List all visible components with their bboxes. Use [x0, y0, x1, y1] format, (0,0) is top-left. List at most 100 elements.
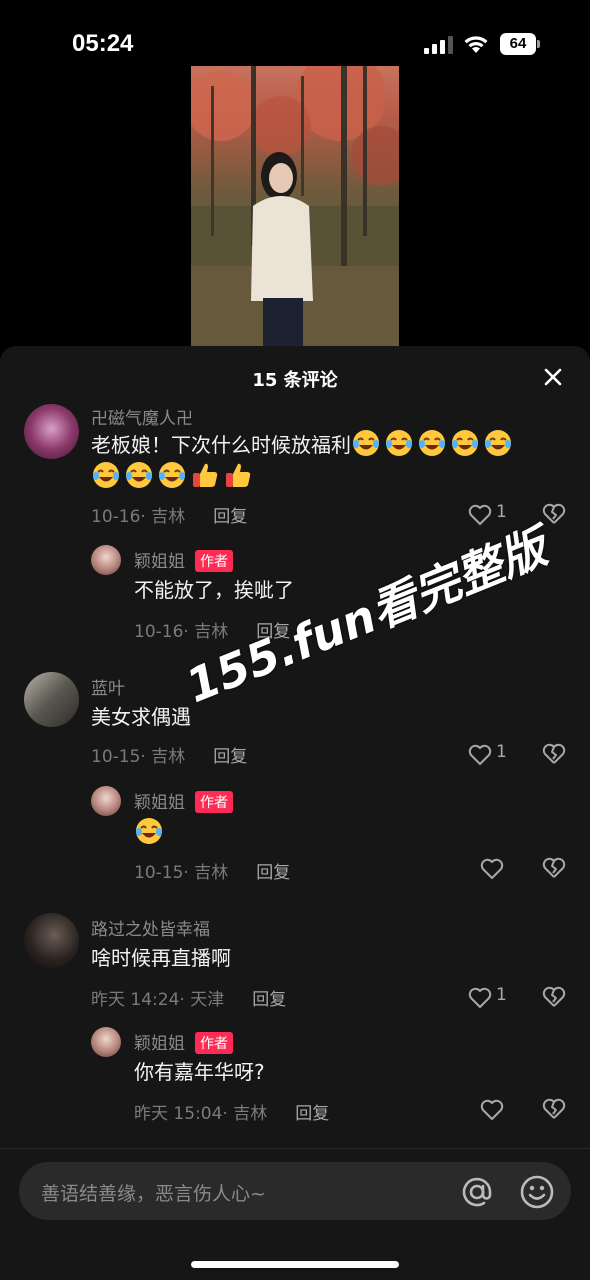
like-count: 1	[496, 502, 507, 522]
close-icon[interactable]	[538, 362, 568, 392]
battery-indicator: 64	[500, 33, 540, 55]
cellular-signal-icon	[424, 36, 453, 54]
author-badge: 作者	[195, 791, 233, 813]
avatar[interactable]	[24, 913, 79, 968]
laughing-emoji-icon	[419, 430, 445, 456]
avatar[interactable]	[24, 404, 79, 459]
status-bar: 05:24 64	[0, 0, 590, 64]
like-button[interactable]	[480, 856, 540, 882]
home-indicator	[191, 1261, 399, 1268]
reply-button[interactable]: 回复	[256, 863, 290, 883]
comment-username[interactable]: 卍磁气魔人卍	[91, 404, 193, 429]
like-count: 1	[496, 742, 507, 762]
comment-location: 吉林	[151, 507, 186, 527]
reply-username[interactable]: 颖姐姐 作者	[134, 788, 233, 813]
reply-username-text: 颖姐姐	[134, 793, 185, 813]
reply-button[interactable]: 回复	[213, 507, 247, 527]
emoji-picker-icon[interactable]	[519, 1174, 555, 1210]
laughing-emoji-icon	[136, 818, 162, 844]
laughing-emoji-icon	[485, 430, 511, 456]
broken-heart-icon[interactable]	[542, 742, 566, 766]
meta-separator: ·	[140, 747, 152, 767]
comments-count-title: 15 条评论	[252, 370, 338, 391]
reply-username[interactable]: 颖姐姐 作者	[134, 1029, 233, 1054]
reply-date: 10-16	[134, 622, 184, 642]
laughing-emoji-icon	[452, 430, 478, 456]
like-button[interactable]	[480, 1097, 540, 1123]
comment-emoji-line	[91, 460, 256, 494]
broken-heart-icon[interactable]	[542, 856, 566, 880]
meta-separator: ·	[179, 990, 191, 1010]
avatar[interactable]	[24, 672, 79, 727]
reply-text: 你有嘉年华呀?	[134, 1060, 265, 1084]
comment-location: 吉林	[151, 747, 186, 767]
comments-sheet: 15 条评论	[0, 346, 590, 1280]
reply-location: 吉林	[194, 863, 229, 883]
meta-separator: ·	[222, 1104, 234, 1124]
laughing-emoji-icon	[353, 430, 379, 456]
reply-date: 昨天 15:04	[134, 1104, 223, 1124]
avatar[interactable]	[91, 1027, 121, 1057]
like-button[interactable]: 1	[468, 742, 528, 768]
comment-text: 美女求偶遇	[91, 705, 191, 729]
thumbs-up-emoji-icon	[193, 463, 218, 487]
heart-icon	[480, 858, 504, 879]
avatar[interactable]	[91, 545, 121, 575]
reply-username-text: 颖姐姐	[134, 552, 185, 572]
reply-text	[134, 816, 167, 850]
comment-username[interactable]: 蓝叶	[91, 674, 125, 699]
comment-input-placeholder: 善语结善缘，恶言伤人心~	[41, 1183, 266, 1205]
thumbs-up-emoji-icon	[226, 463, 251, 487]
reply-username[interactable]: 颖姐姐 作者	[134, 547, 233, 572]
comment-meta: 10-16· 吉林 回复	[91, 502, 247, 527]
video-preview[interactable]	[191, 66, 399, 348]
meta-separator: ·	[140, 507, 152, 527]
comment-date: 10-16	[91, 507, 141, 527]
comment-input-bar: 善语结善缘，恶言伤人心~	[0, 1148, 590, 1280]
meta-separator: ·	[183, 863, 195, 883]
comment-text-line: 老板娘！下次什么时候放福利	[91, 433, 351, 457]
battery-level: 64	[500, 33, 536, 55]
reply-location: 吉林	[233, 1104, 268, 1124]
broken-heart-icon[interactable]	[542, 1097, 566, 1121]
reply-button[interactable]: 回复	[295, 1104, 329, 1124]
reply-username-text: 颖姐姐	[134, 1034, 185, 1054]
reply-meta: 10-15· 吉林 回复	[134, 858, 290, 883]
broken-heart-icon[interactable]	[542, 502, 566, 526]
author-badge: 作者	[195, 550, 233, 572]
like-button[interactable]: 1	[468, 985, 528, 1011]
video-photo-illustration	[191, 66, 399, 348]
reply-button[interactable]: 回复	[213, 747, 247, 767]
status-time: 05:24	[72, 30, 134, 57]
heart-icon	[480, 1099, 504, 1120]
comment-location: 天津	[190, 990, 225, 1010]
laughing-emoji-icon	[93, 462, 119, 488]
reply-button[interactable]: 回复	[252, 990, 286, 1010]
battery-cap	[537, 40, 540, 48]
like-count: 1	[496, 985, 507, 1005]
sheet-header: 15 条评论	[0, 346, 590, 406]
wifi-icon	[464, 36, 488, 53]
laughing-emoji-icon	[159, 462, 185, 488]
comment-date: 昨天 14:24	[91, 990, 180, 1010]
reply-date: 10-15	[134, 863, 184, 883]
avatar[interactable]	[91, 786, 121, 816]
mention-at-icon[interactable]	[459, 1174, 495, 1210]
comment-input[interactable]: 善语结善缘，恶言伤人心~	[19, 1162, 571, 1220]
heart-icon	[468, 504, 492, 525]
laughing-emoji-icon	[126, 462, 152, 488]
laughing-emoji-icon	[386, 430, 412, 456]
reply-text: 不能放了，挨呲了	[134, 578, 294, 602]
comment-date: 10-15	[91, 747, 141, 767]
comment-text: 老板娘！下次什么时候放福利	[91, 428, 516, 462]
comment-meta: 昨天 14:24· 天津 回复	[91, 985, 286, 1010]
author-badge: 作者	[195, 1032, 233, 1054]
reply-meta: 昨天 15:04· 吉林 回复	[134, 1099, 329, 1124]
heart-icon	[468, 744, 492, 765]
comment-meta: 10-15· 吉林 回复	[91, 742, 247, 767]
broken-heart-icon[interactable]	[542, 985, 566, 1009]
comment-username[interactable]: 路过之处皆幸福	[91, 915, 210, 940]
heart-icon	[468, 987, 492, 1008]
meta-separator: ·	[183, 622, 195, 642]
comment-text: 啥时候再直播啊	[91, 946, 231, 970]
